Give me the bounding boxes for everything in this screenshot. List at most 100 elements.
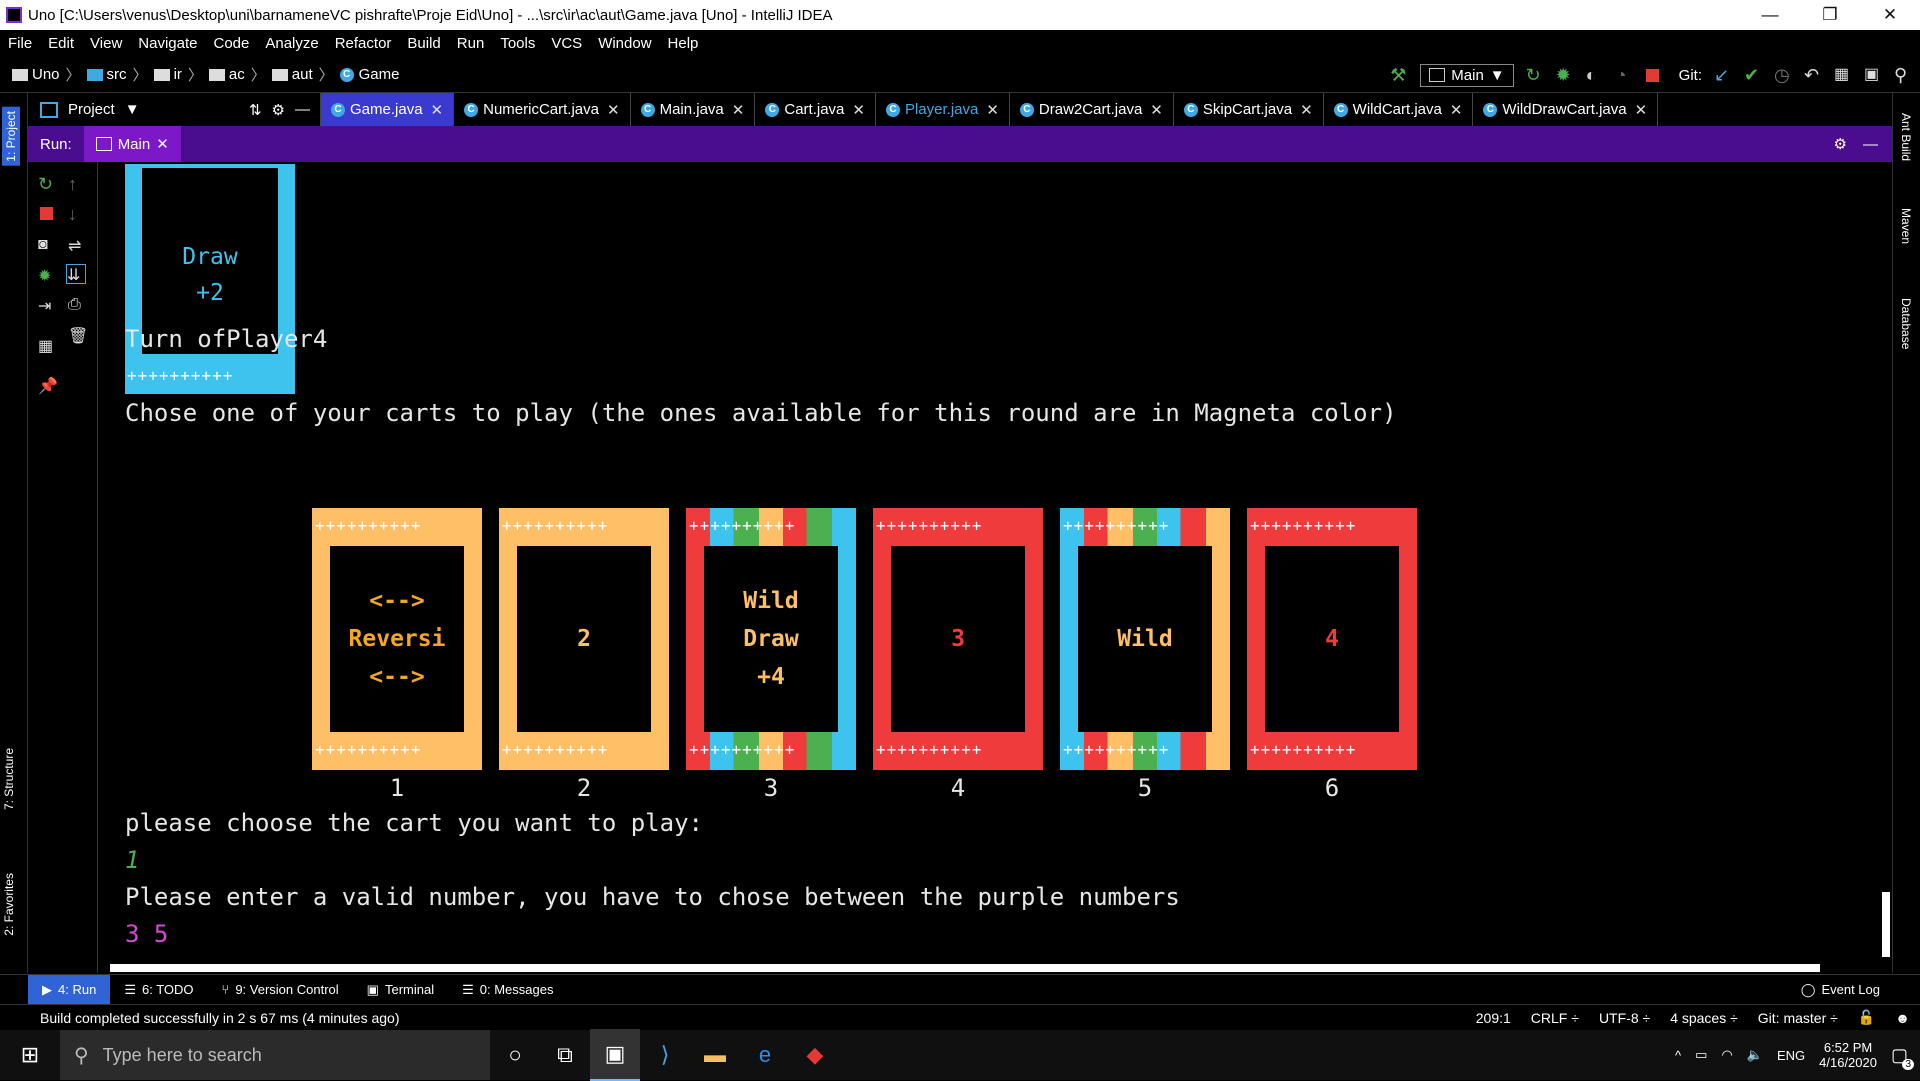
- restore-button[interactable]: ❐: [1800, 5, 1860, 25]
- language-indicator[interactable]: ENG: [1777, 1048, 1805, 1063]
- volume-icon[interactable]: 🔈: [1747, 1047, 1763, 1063]
- scroll-down-icon[interactable]: ↓: [68, 204, 86, 224]
- pin-icon[interactable]: 📌: [38, 376, 58, 395]
- close-button[interactable]: ✕: [1860, 5, 1920, 25]
- file-encoding[interactable]: UTF-8 ÷: [1589, 1010, 1660, 1026]
- database-tool-tab[interactable]: Database: [1899, 298, 1913, 349]
- breadcrumb-aut[interactable]: aut: [268, 66, 317, 83]
- git-commit-icon[interactable]: ✔: [1744, 66, 1762, 84]
- breadcrumb-uno[interactable]: Uno: [0, 66, 64, 83]
- console-horizontal-scrollbar[interactable]: [100, 962, 1880, 974]
- git-history-icon[interactable]: ◷: [1774, 66, 1792, 84]
- tab-run[interactable]: ▶ 4: Run: [28, 975, 111, 1004]
- trash-icon[interactable]: 🗑: [68, 326, 88, 345]
- file-explorer-icon[interactable]: ▬: [690, 1030, 740, 1080]
- gear-icon[interactable]: ⚙: [1834, 135, 1863, 153]
- edge-browser-icon[interactable]: e: [740, 1030, 790, 1080]
- line-separator[interactable]: CRLF ÷: [1521, 1010, 1589, 1026]
- git-update-icon[interactable]: ↙: [1714, 66, 1732, 84]
- clock[interactable]: 6:52 PM 4/16/2020: [1819, 1040, 1877, 1070]
- menu-window[interactable]: Window: [590, 35, 659, 52]
- tab-version-control[interactable]: ⑂ 9: Version Control: [208, 975, 353, 1004]
- hide-panel-icon[interactable]: —: [295, 101, 320, 118]
- scroll-up-icon[interactable]: ↑: [68, 174, 86, 194]
- battery-icon[interactable]: ▭: [1695, 1047, 1707, 1063]
- caret-position[interactable]: 209:1: [1466, 1010, 1521, 1026]
- scrollbar-thumb[interactable]: [110, 964, 1820, 972]
- run-config-select[interactable]: Main ▼: [1420, 63, 1514, 87]
- tab-event-log[interactable]: ◯ Event Log: [1787, 975, 1920, 1004]
- close-tab-icon[interactable]: ✕: [431, 101, 444, 119]
- tab-skipcart-java[interactable]: C SkipCart.java ✕: [1174, 93, 1324, 126]
- coverage-icon[interactable]: ◐: [1586, 66, 1604, 84]
- ant-build-tool-tab[interactable]: Ant Build: [1899, 113, 1913, 161]
- close-tab-icon[interactable]: ✕: [852, 101, 865, 119]
- console-output[interactable]: Draw +2 ++++++++++ Turn ofPlayer4 Chose …: [100, 162, 1880, 962]
- gear-icon[interactable]: ⚙: [272, 101, 285, 119]
- hide-panel-icon[interactable]: —: [1863, 136, 1892, 153]
- status-message[interactable]: Build completed successfully in 2 s 67 m…: [0, 1010, 1466, 1026]
- close-tab-icon[interactable]: ✕: [607, 101, 620, 119]
- tab-messages[interactable]: ☰ 0: Messages: [448, 975, 567, 1004]
- rerun-icon[interactable]: ↻: [38, 174, 56, 194]
- menu-file[interactable]: File: [0, 35, 40, 52]
- run-tab-main[interactable]: Main ✕: [83, 126, 181, 162]
- vscode-taskbar-icon[interactable]: ⟩: [640, 1030, 690, 1080]
- maven-tool-tab[interactable]: Maven: [1899, 208, 1913, 244]
- tab-numericcart-java[interactable]: C NumericCart.java ✕: [454, 93, 631, 126]
- menu-analyze[interactable]: Analyze: [257, 35, 326, 52]
- debug-icon[interactable]: ✹: [38, 266, 56, 285]
- taskbar-search-box[interactable]: ⚲ Type here to search: [60, 1030, 490, 1080]
- menu-run[interactable]: Run: [449, 35, 493, 52]
- project-panel-header[interactable]: Project ▼ ⇅ ⚙ —: [28, 93, 321, 126]
- tab-player-java[interactable]: C Player.java ✕: [876, 93, 1010, 126]
- intellij-taskbar-icon[interactable]: ▣: [590, 1029, 640, 1081]
- lock-icon[interactable]: 🔓: [1848, 1009, 1885, 1026]
- scroll-to-end-icon[interactable]: ⇊: [66, 264, 86, 284]
- build-hammer-icon[interactable]: ⚒: [1390, 66, 1408, 84]
- project-tool-tab[interactable]: 1: Project: [2, 107, 20, 166]
- close-tab-icon[interactable]: ✕: [1150, 101, 1163, 119]
- close-tab-icon[interactable]: ✕: [1300, 101, 1313, 119]
- minimize-button[interactable]: —: [1740, 5, 1800, 25]
- print-icon[interactable]: ⎙: [68, 296, 86, 314]
- git-branch[interactable]: Git: master ÷: [1748, 1010, 1848, 1026]
- layout-icon[interactable]: ▦: [38, 336, 56, 355]
- wifi-icon[interactable]: ◠: [1721, 1047, 1732, 1063]
- menu-code[interactable]: Code: [205, 35, 257, 52]
- project-structure-icon[interactable]: ▦: [1834, 66, 1852, 84]
- git-rollback-icon[interactable]: ↶: [1804, 66, 1822, 84]
- stop-icon[interactable]: [40, 207, 53, 220]
- inspector-icon[interactable]: ☻: [1885, 1010, 1920, 1026]
- cortana-icon[interactable]: ○: [490, 1030, 540, 1080]
- close-tab-icon[interactable]: ✕: [156, 135, 169, 153]
- camera-icon[interactable]: ◙: [38, 236, 56, 254]
- breadcrumb-ac[interactable]: ac: [205, 66, 249, 83]
- scrollbar-thumb[interactable]: [1882, 892, 1890, 957]
- menu-build[interactable]: Build: [399, 35, 448, 52]
- close-tab-icon[interactable]: ✕: [986, 101, 999, 119]
- tab-cart-java[interactable]: C Cart.java ✕: [755, 93, 876, 126]
- menu-help[interactable]: Help: [660, 35, 707, 52]
- search-icon[interactable]: ⚲: [1894, 66, 1912, 84]
- window-icon[interactable]: ▣: [1864, 66, 1882, 84]
- tab-terminal[interactable]: ▣ Terminal: [353, 975, 448, 1004]
- menu-vcs[interactable]: VCS: [543, 35, 590, 52]
- close-tab-icon[interactable]: ✕: [732, 101, 745, 119]
- notification-center-icon[interactable]: ▢ 3: [1891, 1045, 1914, 1070]
- menu-edit[interactable]: Edit: [40, 35, 82, 52]
- soft-wrap-icon[interactable]: ⇌: [68, 236, 86, 255]
- breadcrumb-game[interactable]: C Game: [336, 66, 404, 83]
- structure-tool-tab[interactable]: 7: Structure: [2, 748, 16, 810]
- run-icon[interactable]: ↻: [1526, 66, 1544, 84]
- task-view-icon[interactable]: ⧉: [540, 1030, 590, 1080]
- menu-refactor[interactable]: Refactor: [327, 35, 400, 52]
- collapse-icon[interactable]: ⇅: [249, 101, 262, 119]
- tab-draw2cart-java[interactable]: C Draw2Cart.java ✕: [1010, 93, 1174, 126]
- debug-icon[interactable]: ✹: [1556, 66, 1574, 84]
- exit-icon[interactable]: ⇥: [38, 296, 56, 315]
- tab-wildcart-java[interactable]: C WildCart.java ✕: [1324, 93, 1474, 126]
- menu-view[interactable]: View: [82, 35, 130, 52]
- close-tab-icon[interactable]: ✕: [1635, 101, 1648, 119]
- git-client-icon[interactable]: ◆: [790, 1030, 840, 1080]
